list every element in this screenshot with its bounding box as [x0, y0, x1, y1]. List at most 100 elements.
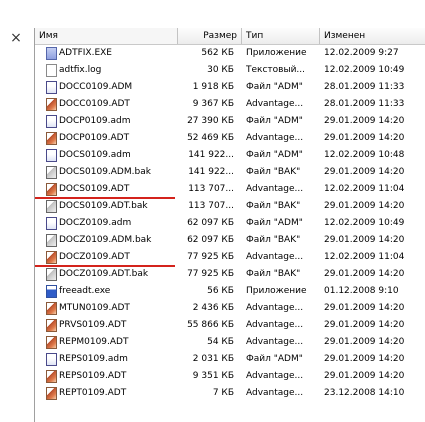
file-modified: 01.12.2008 9:10 [324, 286, 399, 296]
file-modified: 29.01.2009 14:20 [324, 371, 405, 381]
file-size: 113 707... [188, 201, 234, 211]
file-modified: 29.01.2009 14:20 [324, 354, 405, 364]
file-type: Файл "ADM" [246, 82, 303, 92]
file-row[interactable]: REPS0109.adm 2 031 КБ Файл "ADM" 29.01.2009… [35, 351, 425, 368]
file-row[interactable]: DOCP0109.adm 27 390 КБ Файл "ADM" 29.01.200… [35, 113, 425, 130]
close-icon[interactable]: × [8, 30, 24, 46]
file-size: 9 367 КБ [192, 99, 234, 109]
file-adm-icon [46, 149, 57, 162]
file-type: Advantage... [246, 371, 304, 381]
file-adt-icon [46, 387, 57, 400]
file-app-icon [46, 285, 57, 298]
file-adt-icon [46, 132, 57, 145]
file-name: DOCP0109.adm [59, 116, 131, 126]
file-size: 62 097 КБ [187, 235, 234, 245]
file-size: 77 925 КБ [187, 252, 234, 262]
file-type: Файл "ADM" [246, 150, 303, 160]
file-log-icon [46, 64, 57, 77]
file-name: DOCP0109.ADT [59, 133, 130, 143]
file-row[interactable]: MTUN0109.ADT 2 436 КБ Advantage... 29.01.20… [35, 300, 425, 317]
file-type: Приложение [246, 48, 307, 58]
file-row[interactable]: REPT0109.ADT 7 КБ Advantage... 23.12.2008 1… [35, 385, 425, 402]
file-size: 52 469 КБ [187, 133, 234, 143]
file-name: REPM0109.ADT [59, 337, 129, 347]
file-type: Advantage... [246, 303, 304, 313]
file-row[interactable]: DOCZ0109.ADT.bak 77 925 КБ Файл "BAK" 29.01… [35, 266, 425, 283]
file-name: freeadt.exe [59, 286, 111, 296]
file-type: Advantage... [246, 133, 304, 143]
file-exe-icon [46, 47, 57, 60]
file-size: 27 390 КБ [187, 116, 234, 126]
file-row[interactable]: DOCS0109.ADT 113 707... Advantage... 12.02.… [35, 181, 425, 198]
file-name: DOCS0109.adm [59, 150, 131, 160]
file-name: MTUN0109.ADT [59, 303, 130, 313]
file-modified: 29.01.2009 14:20 [324, 337, 405, 347]
file-name: REPS0109.ADT [59, 371, 127, 381]
file-name: PRVS0109.ADT [59, 320, 127, 330]
file-name: DOCZ0109.ADT [59, 252, 130, 262]
file-name: DOCZ0109.adm [59, 218, 132, 228]
file-row[interactable]: DOCS0109.ADM.bak 141 922... Файл "BAK" 29.0… [35, 164, 425, 181]
file-row[interactable]: REPM0109.ADT 54 КБ Advantage... 29.01.2009 … [35, 334, 425, 351]
file-type: Advantage... [246, 99, 304, 109]
file-row[interactable]: freeadt.exe 56 КБ Приложение 01.12.2008 9:1… [35, 283, 425, 300]
file-adt-icon [46, 251, 57, 264]
file-adm-icon [46, 353, 57, 366]
file-type: Файл "ADM" [246, 116, 303, 126]
file-adt-icon [46, 370, 57, 383]
file-row[interactable]: DOCZ0109.ADM.bak 62 097 КБ Файл "BAK" 29.01… [35, 232, 425, 249]
file-name: DOCC0109.ADM [59, 82, 133, 92]
file-type: Advantage... [246, 388, 304, 398]
file-row[interactable]: PRVS0109.ADT 55 866 КБ Advantage... 29.01.2… [35, 317, 425, 334]
file-type: Файл "BAK" [246, 269, 301, 279]
column-header-modified[interactable]: Изменен [320, 28, 425, 44]
file-row[interactable]: DOCS0109.adm 141 922... Файл "ADM" 12.02.20… [35, 147, 425, 164]
column-header-type[interactable]: Тип [242, 28, 320, 44]
file-bak-icon [46, 166, 57, 179]
file-adt-icon [46, 183, 57, 196]
file-size: 56 КБ [207, 286, 234, 296]
file-adm-icon [46, 81, 57, 94]
file-size: 30 КБ [207, 65, 234, 75]
red-underline-mark [35, 197, 175, 199]
file-modified: 29.01.2009 14:20 [324, 116, 405, 126]
file-type: Файл "ADM" [246, 218, 303, 228]
file-row[interactable]: DOCS0109.ADT.bak 113 707... Файл "BAK" 29.0… [35, 198, 425, 215]
file-size: 1 918 КБ [192, 82, 234, 92]
file-size: 141 922... [188, 150, 234, 160]
file-modified: 29.01.2009 14:20 [324, 320, 405, 330]
file-adt-icon [46, 98, 57, 111]
file-size: 2 031 КБ [192, 354, 234, 364]
file-adt-icon [46, 302, 57, 315]
file-modified: 28.01.2009 11:33 [324, 99, 405, 109]
file-row[interactable]: adtfix.log 30 КБ Текстовый... 12.02.2009 10… [35, 62, 425, 79]
file-row[interactable]: DOCP0109.ADT 52 469 КБ Advantage... 29.01.2… [35, 130, 425, 147]
file-size: 77 925 КБ [187, 269, 234, 279]
file-modified: 29.01.2009 14:20 [324, 133, 405, 143]
column-header-name[interactable]: Имя [35, 28, 178, 44]
file-type: Файл "BAK" [246, 235, 301, 245]
file-row[interactable]: DOCC0109.ADM 1 918 КБ Файл "ADM" 28.01.2009… [35, 79, 425, 96]
file-modified: 12.02.2009 11:04 [324, 252, 405, 262]
file-size: 55 866 КБ [187, 320, 234, 330]
file-list-panel: Имя Размер Тип Изменен ADTFIX.EXE 562 КБ П… [34, 28, 425, 422]
file-type: Advantage... [246, 337, 304, 347]
file-row[interactable]: DOCC0109.ADT 9 367 КБ Advantage... 28.01.20… [35, 96, 425, 113]
file-name: REPS0109.adm [59, 354, 128, 364]
file-name: DOCS0109.ADT [59, 184, 130, 194]
file-row[interactable]: DOCZ0109.adm 62 097 КБ Файл "ADM" 12.02.200… [35, 215, 425, 232]
file-type: Файл "BAK" [246, 167, 301, 177]
column-header-size[interactable]: Размер [178, 28, 242, 44]
file-row[interactable]: DOCZ0109.ADT 77 925 КБ Advantage... 12.02.2… [35, 249, 425, 266]
file-modified: 28.01.2009 11:33 [324, 82, 405, 92]
file-modified: 29.01.2009 14:20 [324, 269, 405, 279]
file-adt-icon [46, 319, 57, 332]
file-row[interactable]: REPS0109.ADT 9 351 КБ Advantage... 29.01.20… [35, 368, 425, 385]
file-name: DOCZ0109.ADT.bak [59, 269, 149, 279]
file-adt-icon [46, 336, 57, 349]
file-type: Текстовый... [246, 65, 306, 75]
file-modified: 12.02.2009 11:04 [324, 184, 405, 194]
file-row[interactable]: ADTFIX.EXE 562 КБ Приложение 12.02.2009 9:2… [35, 45, 425, 62]
file-bak-icon [46, 234, 57, 247]
file-modified: 12.02.2009 9:27 [324, 48, 399, 58]
